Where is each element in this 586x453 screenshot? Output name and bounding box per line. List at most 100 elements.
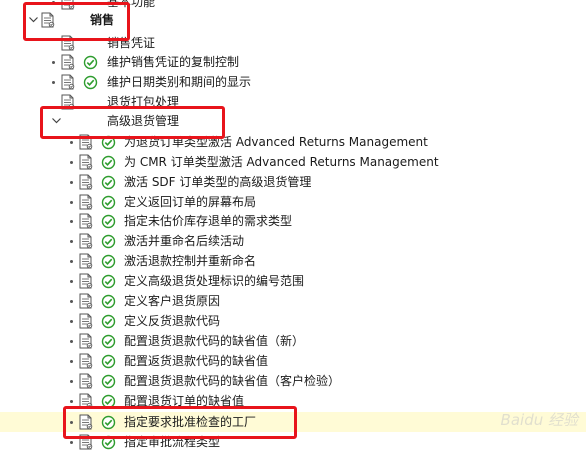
execute-activity-icon[interactable] [101, 394, 116, 409]
tree-row[interactable]: 定义客户退货原因 [0, 291, 586, 311]
documentation-icon[interactable] [78, 273, 93, 289]
tree-bullet-icon [70, 300, 73, 303]
tree-row[interactable]: 指定未估价库存退单的需求类型 [0, 211, 586, 231]
tree-row[interactable]: 维护日期类别和期间的显示 [0, 72, 586, 92]
execute-activity-icon[interactable] [83, 75, 98, 90]
tree-row[interactable]: 为 CMR 订单类型激活 Advanced Returns Management [0, 152, 586, 172]
tree-row-label[interactable]: 配置退货退款代码的缺省值（新） [124, 333, 304, 349]
execute-activity-icon[interactable] [101, 214, 116, 229]
tree-row[interactable]: 维护销售凭证的复制控制 [0, 52, 586, 72]
tree-bullet-icon [70, 141, 73, 144]
expand-toggle-icon[interactable] [51, 116, 61, 126]
documentation-icon[interactable] [60, 0, 75, 10]
execute-activity-icon[interactable] [101, 274, 116, 289]
documentation-icon[interactable] [78, 393, 93, 409]
expand-toggle-icon[interactable] [28, 15, 38, 25]
execute-activity-icon[interactable] [101, 334, 116, 349]
tree-row[interactable]: 指定审批流程类型 [0, 432, 586, 452]
tree-row-label[interactable]: 定义返回订单的屏幕布局 [124, 194, 256, 210]
documentation-icon[interactable] [78, 333, 93, 349]
execute-activity-icon[interactable] [101, 354, 116, 369]
tree-row[interactable]: 激活退款控制并重新命名 [0, 251, 586, 271]
tree-row[interactable]: 配置退货退款代码的缺省值（客户检验） [0, 371, 586, 391]
documentation-icon[interactable] [78, 373, 93, 389]
tree-row[interactable]: 配置返货退款代码的缺省值 [0, 351, 586, 371]
execute-activity-icon[interactable] [101, 415, 116, 430]
documentation-icon[interactable] [78, 414, 93, 430]
tree-row[interactable]: 高级退货管理 [0, 111, 586, 131]
tree-row-label[interactable]: 定义高级退货处理标识的编号范围 [124, 273, 304, 289]
tree-row[interactable]: 销售 [0, 10, 586, 30]
tree-row[interactable]: 配置退货订单的缺省值 [0, 391, 586, 411]
tree-row-label[interactable]: 激活退款控制并重新命名 [124, 253, 256, 269]
documentation-icon[interactable] [78, 233, 93, 249]
tree-bullet-icon [70, 240, 73, 243]
tree-row-label[interactable]: 销售 [90, 12, 114, 28]
tree-row-label[interactable]: 激活 SDF 订单类型的高级退货管理 [124, 174, 311, 190]
tree-row-label[interactable]: 指定要求批准检查的工厂 [124, 414, 256, 430]
execute-activity-icon[interactable] [83, 55, 98, 70]
tree-bullet-icon [70, 201, 73, 204]
tree-row-selected[interactable]: 指定要求批准检查的工厂 [0, 412, 586, 432]
execute-activity-icon[interactable] [101, 254, 116, 269]
documentation-icon[interactable] [78, 313, 93, 329]
tree-row-label[interactable]: 高级退货管理 [107, 113, 179, 129]
tree-row-label[interactable]: 激活并重命名后续活动 [124, 233, 244, 249]
documentation-icon[interactable] [78, 253, 93, 269]
tree-row-label[interactable]: 维护日期类别和期间的显示 [107, 74, 251, 90]
tree-row-label[interactable]: 定义客户退货原因 [124, 293, 220, 309]
tree-row[interactable]: 激活 SDF 订单类型的高级退货管理 [0, 172, 586, 192]
watermark: Baidu 经验 [500, 411, 578, 429]
tree-row[interactable]: 配置退货退款代码的缺省值（新） [0, 331, 586, 351]
tree-row-label[interactable]: 定义反货退款代码 [124, 313, 220, 329]
tree-row-label[interactable]: 配置退货退款代码的缺省值（客户检验） [124, 373, 340, 389]
tree-row[interactable]: 销售凭证 [0, 33, 586, 53]
tree-row-label[interactable]: 配置退货订单的缺省值 [124, 393, 244, 409]
tree-row[interactable]: 为退货订单类型激活 Advanced Returns Management [0, 132, 586, 152]
tree-bullet-icon [70, 421, 73, 424]
execute-activity-icon[interactable] [101, 234, 116, 249]
tree-row-label[interactable]: 指定审批流程类型 [124, 434, 220, 450]
tree-bullet-icon [70, 220, 73, 223]
tree-row[interactable]: 退货打包处理 [0, 92, 586, 112]
tree-bullet-icon [70, 161, 73, 164]
documentation-icon[interactable] [78, 353, 93, 369]
tree-row[interactable]: 定义返回订单的屏幕布局 [0, 192, 586, 212]
tree-row-label[interactable]: 基本功能 [107, 0, 155, 10]
tree-row-label[interactable]: 为 CMR 订单类型激活 Advanced Returns Management [124, 154, 439, 170]
documentation-icon[interactable] [78, 293, 93, 309]
structure-node-icon[interactable] [40, 12, 55, 28]
tree-row[interactable]: 定义反货退款代码 [0, 311, 586, 331]
tree-row[interactable]: 激活并重命名后续活动 [0, 231, 586, 251]
tree-row-label[interactable]: 指定未估价库存退单的需求类型 [124, 213, 292, 229]
tree-bullet-icon [70, 400, 73, 403]
execute-activity-icon[interactable] [101, 294, 116, 309]
documentation-icon[interactable] [60, 74, 75, 90]
execute-activity-icon[interactable] [101, 435, 116, 450]
tree-row[interactable]: 定义高级退货处理标识的编号范围 [0, 271, 586, 291]
documentation-icon[interactable] [78, 154, 93, 170]
tree-bullet-icon [52, 61, 55, 64]
tree-row-label[interactable]: 维护销售凭证的复制控制 [107, 54, 239, 70]
documentation-icon[interactable] [78, 134, 93, 150]
execute-activity-icon[interactable] [101, 374, 116, 389]
tree-bullet-icon [70, 181, 73, 184]
tree-row-label[interactable]: 为退货订单类型激活 Advanced Returns Management [124, 134, 428, 150]
tree-row-label[interactable]: 销售凭证 [107, 35, 155, 51]
documentation-icon[interactable] [60, 54, 75, 70]
execute-activity-icon[interactable] [101, 155, 116, 170]
documentation-icon[interactable] [78, 174, 93, 190]
execute-activity-icon[interactable] [101, 195, 116, 210]
execute-activity-icon[interactable] [101, 314, 116, 329]
documentation-icon[interactable] [78, 194, 93, 210]
tree-bullet-icon [70, 320, 73, 323]
execute-activity-icon[interactable] [101, 175, 116, 190]
documentation-icon[interactable] [78, 213, 93, 229]
tree-row-label[interactable]: 配置返货退款代码的缺省值 [124, 353, 268, 369]
structure-node-icon[interactable] [60, 94, 75, 110]
structure-node-icon[interactable] [60, 35, 75, 51]
execute-activity-icon[interactable] [101, 135, 116, 150]
documentation-icon[interactable] [78, 434, 93, 450]
tree-bullet-icon [52, 81, 55, 84]
tree-row-label[interactable]: 退货打包处理 [107, 94, 179, 110]
